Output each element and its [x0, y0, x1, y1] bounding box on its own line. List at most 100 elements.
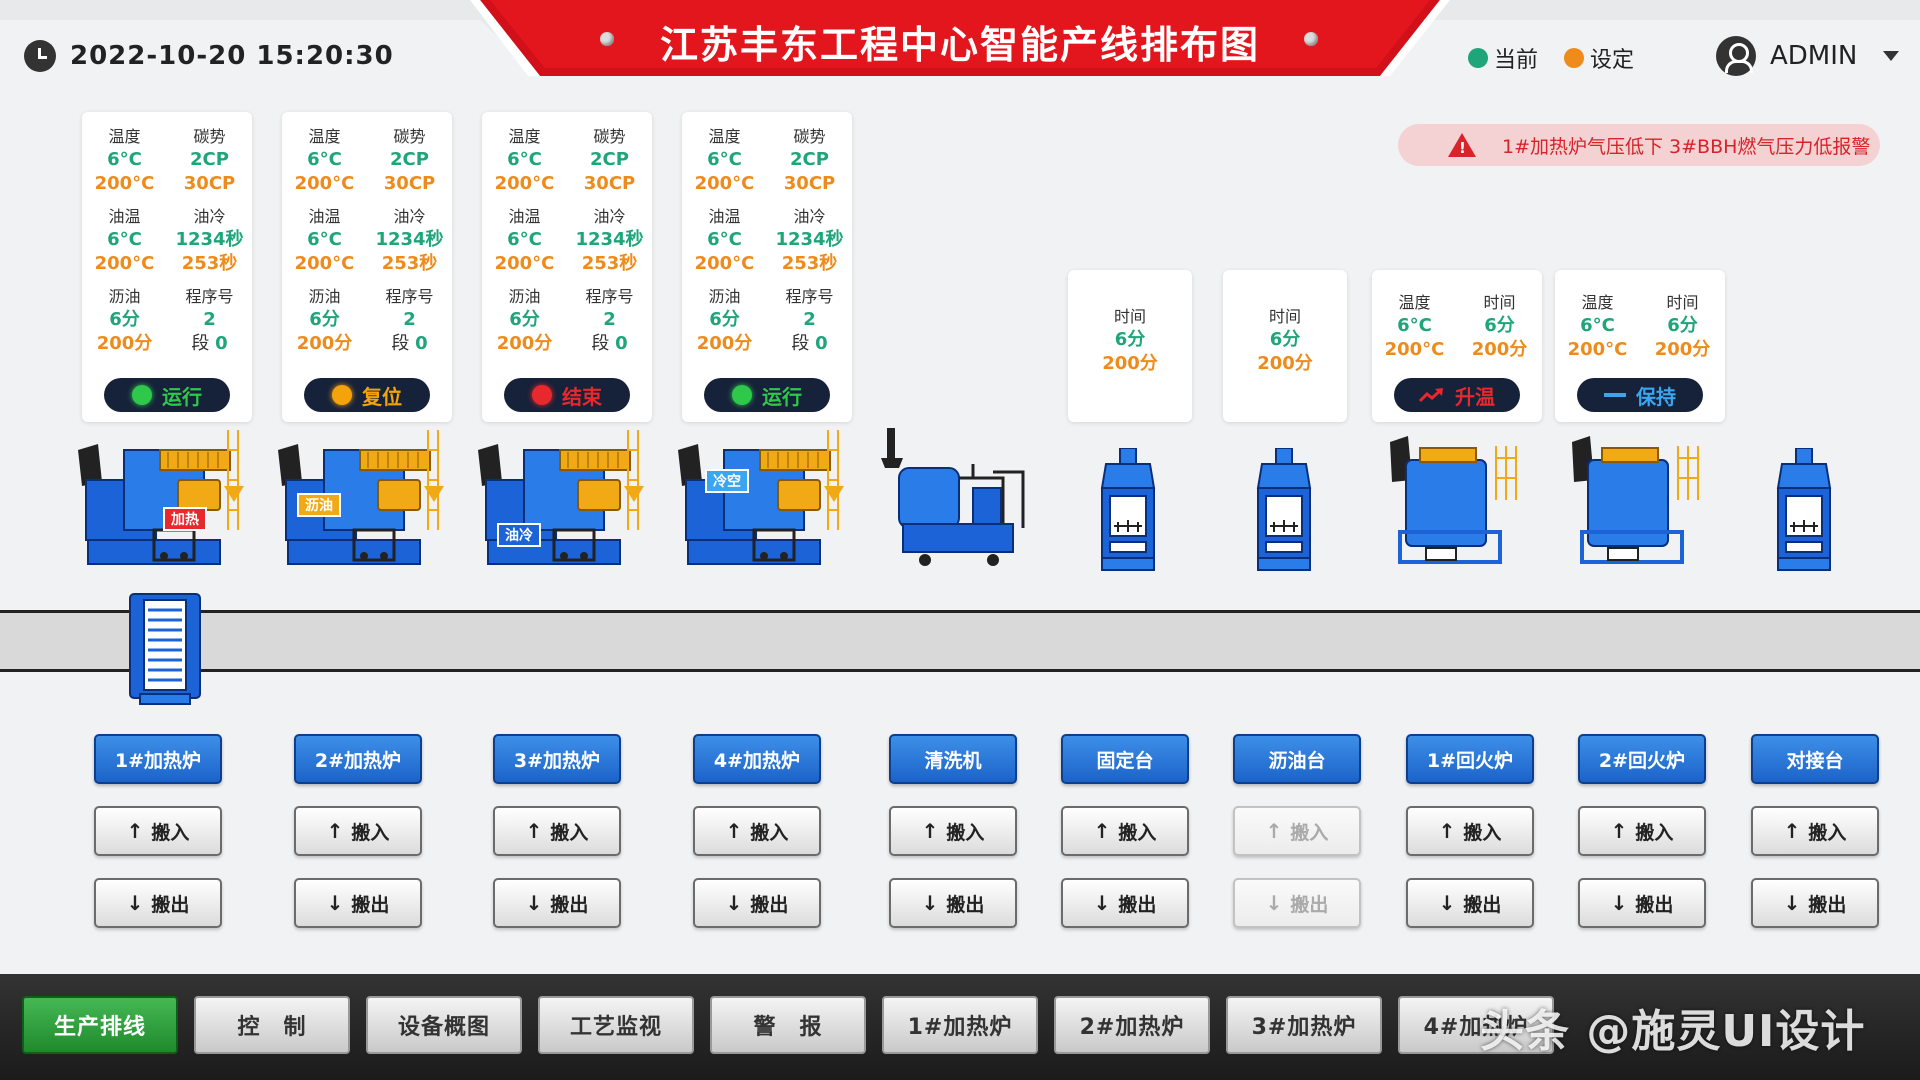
status-pill: 保持: [1577, 378, 1703, 412]
drain-setpoint: 200分: [96, 333, 153, 354]
transfer-tower-1[interactable]: [1100, 448, 1156, 572]
conveyor-track: [0, 610, 1920, 672]
oil-temp-setpoint: 200°C: [294, 253, 355, 274]
move-in-label: 搬入: [1290, 821, 1329, 844]
page-title: 江苏丰东工程中心智能产线排布图: [659, 23, 1260, 67]
temp-setpoint: 200°C: [694, 173, 755, 194]
transfer-tower-2[interactable]: [1256, 448, 1312, 572]
heating-furnace-machine-3[interactable]: 油冷: [468, 430, 648, 570]
arrow-up-icon: ↑: [1265, 819, 1283, 843]
oil-cool-setpoint: 253秒: [781, 253, 838, 274]
move-out-label: 搬出: [1808, 893, 1847, 916]
tempering-furnace-machine-1[interactable]: [1380, 430, 1520, 570]
move-in-button-3[interactable]: ↑ 搬入: [493, 806, 621, 856]
transfer-tower-3[interactable]: [1776, 448, 1832, 572]
move-in-button-9[interactable]: ↑ 搬入: [1578, 806, 1706, 856]
station-button-4[interactable]: 4#加热炉: [693, 734, 821, 784]
station-button-5[interactable]: 清洗机: [889, 734, 1017, 784]
program-number: 2: [403, 309, 416, 330]
move-out-button-3[interactable]: ↓ 搬出: [493, 878, 621, 928]
move-in-button-1[interactable]: ↑ 搬入: [94, 806, 222, 856]
chevron-down-icon[interactable]: [1883, 51, 1900, 61]
arrow-up-icon: ↑: [921, 819, 939, 843]
move-in-button-8[interactable]: ↑ 搬入: [1406, 806, 1534, 856]
alarm-text: 1#加热炉气压低下 3#BBH燃气压力低报警: [1502, 135, 1871, 158]
segment-value: 0: [615, 333, 628, 354]
time-setpoint: 200分: [1257, 353, 1313, 374]
furnace-status-card-1: 温度 6°C 200°C 碳势 2CP 30CP 油温 6°C 200°C 油冷 1234秒 2…: [82, 112, 252, 422]
temp-current: 6°C: [507, 149, 542, 170]
tempering-furnace-machine-2[interactable]: [1562, 430, 1702, 570]
station-button-10[interactable]: 对接台: [1751, 734, 1879, 784]
alarm-banner[interactable]: 1#加热炉气压低下 3#BBH燃气压力低报警: [1398, 124, 1880, 166]
status-pill: 运行: [704, 378, 830, 412]
cleaning-machine[interactable]: [873, 428, 1039, 568]
move-in-button-5[interactable]: ↑ 搬入: [889, 806, 1017, 856]
header: 2022-10-20 15:20:30 江苏丰东工程中心智能产线排布图 当前 设…: [0, 0, 1920, 80]
move-in-label: 搬入: [1635, 821, 1674, 844]
drain-label: 沥油: [708, 287, 741, 306]
status-text: 运行: [762, 384, 802, 409]
nav-tab-5[interactable]: 警 报: [710, 996, 866, 1054]
carbon-label: 碳势: [393, 127, 426, 146]
heating-furnace-machine-2[interactable]: 沥油: [268, 430, 448, 570]
move-out-button-2[interactable]: ↓ 搬出: [294, 878, 422, 928]
temp-setpoint: 200°C: [1567, 339, 1628, 360]
oil-cool-label: 油冷: [593, 207, 626, 226]
cleaner-time-card: 时间 6分 200分: [1068, 270, 1192, 422]
user-name: ADMIN: [1770, 41, 1858, 71]
carbon-setpoint: 30CP: [783, 173, 836, 194]
nav-tab-2[interactable]: 控 制: [194, 996, 350, 1054]
nav-tab-1[interactable]: 生产排线: [22, 996, 178, 1054]
move-in-button-4[interactable]: ↑ 搬入: [693, 806, 821, 856]
station-button-2[interactable]: 2#加热炉: [294, 734, 422, 784]
temp-setpoint: 200°C: [94, 173, 155, 194]
nav-tab-6[interactable]: 1#加热炉: [882, 996, 1038, 1054]
arrow-up-icon: ↑: [725, 819, 743, 843]
heating-furnace-machine-1[interactable]: 加热: [68, 430, 248, 570]
arrow-down-icon: ↓: [525, 891, 543, 915]
time-setpoint: 200分: [1102, 353, 1158, 374]
arrow-down-icon: ↓: [1438, 891, 1456, 915]
station-button-9[interactable]: 2#回火炉: [1578, 734, 1706, 784]
nav-tab-4[interactable]: 工艺监视: [538, 996, 694, 1054]
furnace-status-card-3: 温度 6°C 200°C 碳势 2CP 30CP 油温 6°C 200°C 油冷 1234秒 2…: [482, 112, 652, 422]
move-out-button-1[interactable]: ↓ 搬出: [94, 878, 222, 928]
move-in-button-2[interactable]: ↑ 搬入: [294, 806, 422, 856]
station-button-8[interactable]: 1#回火炉: [1406, 734, 1534, 784]
move-out-button-10[interactable]: ↓ 搬出: [1751, 878, 1879, 928]
user-avatar-icon: [1716, 36, 1756, 76]
user-menu[interactable]: ADMIN: [1716, 36, 1900, 76]
temp-setpoint: 200°C: [494, 173, 555, 194]
move-out-button-9[interactable]: ↓ 搬出: [1578, 878, 1706, 928]
status-led-icon: [332, 385, 352, 405]
move-out-button-7[interactable]: ↓ 搬出: [1233, 878, 1361, 928]
oil-temp-setpoint: 200°C: [694, 253, 755, 274]
nav-tab-8[interactable]: 3#加热炉: [1226, 996, 1382, 1054]
transfer-carriage[interactable]: [128, 590, 202, 706]
move-in-label: 搬入: [1463, 821, 1502, 844]
station-button-1[interactable]: 1#加热炉: [94, 734, 222, 784]
station-button-3[interactable]: 3#加热炉: [493, 734, 621, 784]
carbon-current: 2CP: [190, 149, 229, 170]
move-in-button-7[interactable]: ↑ 搬入: [1233, 806, 1361, 856]
oil-cool-current: 1234秒: [575, 229, 644, 250]
move-out-button-5[interactable]: ↓ 搬出: [889, 878, 1017, 928]
heating-furnace-machine-4[interactable]: 冷空: [668, 430, 848, 570]
carbon-setpoint: 30CP: [383, 173, 436, 194]
station-button-7[interactable]: 沥油台: [1233, 734, 1361, 784]
temper-furnace-card-2: 温度 6°C 200°C 时间 6分 200分 保持: [1555, 270, 1725, 422]
move-out-button-6[interactable]: ↓ 搬出: [1061, 878, 1189, 928]
arrow-down-icon: ↓: [1610, 891, 1628, 915]
nav-tab-3[interactable]: 设备概图: [366, 996, 522, 1054]
oil-temp-current: 6°C: [107, 229, 142, 250]
move-in-button-10[interactable]: ↑ 搬入: [1751, 806, 1879, 856]
temp-current: 6°C: [307, 149, 342, 170]
carbon-current: 2CP: [390, 149, 429, 170]
station-button-6[interactable]: 固定台: [1061, 734, 1189, 784]
nav-tab-7[interactable]: 2#加热炉: [1054, 996, 1210, 1054]
move-out-button-4[interactable]: ↓ 搬出: [693, 878, 821, 928]
move-out-button-8[interactable]: ↓ 搬出: [1406, 878, 1534, 928]
move-in-button-6[interactable]: ↑ 搬入: [1061, 806, 1189, 856]
oil-cool-setpoint: 253秒: [381, 253, 438, 274]
